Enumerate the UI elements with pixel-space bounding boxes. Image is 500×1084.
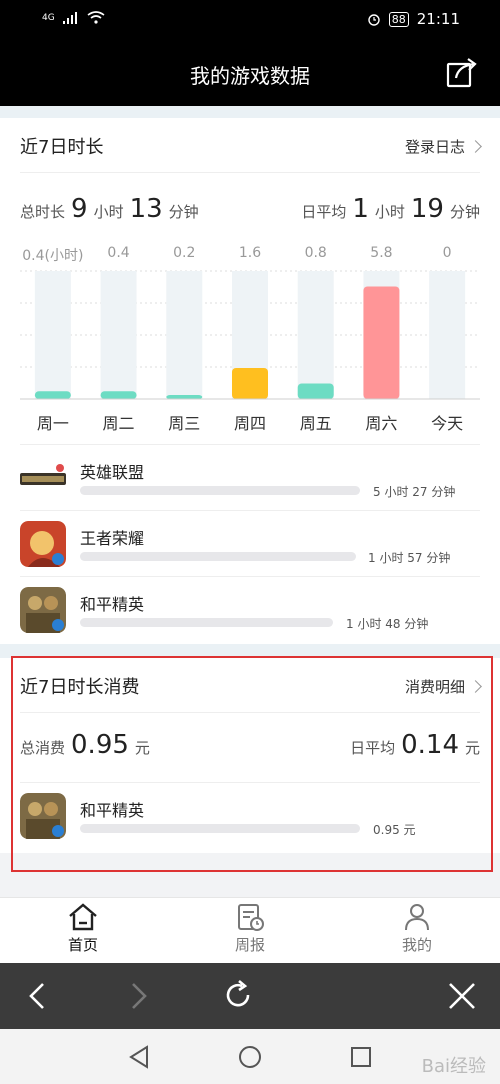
playtime-summary: 总时长 9 小时 13 分钟 日平均 1 小时 19 分钟: [20, 194, 480, 234]
nav-profile[interactable]: 我的: [377, 902, 457, 955]
battery-indicator: 88: [388, 11, 409, 27]
bar-周四: [232, 367, 268, 399]
nav-weekly-label: 周报: [234, 936, 265, 954]
avg-label: 日平均: [301, 203, 347, 221]
back-icon[interactable]: [26, 981, 50, 1011]
status-bar: 4G 88 21:11: [0, 0, 500, 40]
game-time-bar: [80, 552, 356, 561]
game-time-bar: [80, 486, 360, 495]
bar-周五: [297, 383, 334, 399]
bar-周二: [100, 391, 137, 399]
bar-track: [166, 271, 203, 399]
minutes-unit: 分钟: [449, 203, 480, 221]
game-row-game-for-peace[interactable]: 和平精英 1 小时 48 分钟: [20, 576, 480, 643]
minutes-unit: 分钟: [168, 203, 199, 221]
total-playtime: 总时长 9 小时 13 分钟: [20, 194, 199, 224]
bar-track: [34, 271, 71, 399]
day-label: 周二: [102, 414, 135, 433]
nav-home-label: 首页: [67, 936, 98, 954]
playtime-chart: [20, 243, 480, 403]
playtime-card-header: 近7日时长 登录日志: [20, 120, 482, 173]
system-home-icon[interactable]: [238, 1045, 262, 1069]
watermark: Bai经验: [421, 1056, 486, 1077]
day-label: 今天: [431, 414, 464, 433]
total-hours: 9: [71, 194, 88, 224]
game-name: 王者荣耀: [80, 529, 145, 548]
weekly-report-icon: [238, 904, 264, 931]
game-time: 5 小时 27 分钟: [373, 485, 456, 499]
playtime-title: 近7日时长: [20, 137, 104, 158]
app-header: 我的游戏数据: [0, 40, 500, 106]
section-divider: [0, 106, 500, 118]
day-label: 周六: [365, 414, 398, 433]
total-label: 总时长: [20, 203, 66, 221]
nav-home[interactable]: 首页: [43, 902, 123, 955]
avg-minutes: 19: [410, 194, 444, 224]
login-log-label: 登录日志: [404, 137, 465, 156]
bar-track: [429, 271, 466, 399]
game-name: 英雄联盟: [80, 463, 145, 482]
bar-周三: [166, 395, 203, 399]
game-time: 1 小时 57 分钟: [368, 551, 451, 565]
bar-周一: [34, 391, 71, 399]
refresh-icon[interactable]: [221, 978, 255, 1012]
signal-indicator: 4G: [42, 12, 55, 23]
honor-of-kings-icon: [20, 521, 66, 567]
league-of-legends-logo: [20, 464, 66, 485]
forward-icon[interactable]: [126, 981, 150, 1011]
hours-unit: 小时: [93, 203, 124, 221]
login-log-link[interactable]: 登录日志: [404, 136, 482, 157]
hours-unit: 小时: [374, 203, 405, 221]
signal-bars-icon: [62, 11, 77, 24]
wifi-icon: [87, 11, 105, 24]
browser-toolbar: [0, 963, 500, 1029]
day-label: 周四: [233, 414, 267, 433]
close-icon[interactable]: [447, 981, 477, 1011]
total-minutes: 13: [129, 194, 163, 224]
page-title: 我的游戏数据: [190, 64, 310, 88]
day-label: 周一: [36, 414, 69, 433]
share-icon[interactable]: [446, 56, 478, 88]
system-nav-bar: Bai经验: [0, 1029, 500, 1084]
highlight-box: [11, 656, 493, 872]
game-for-peace-icon: [20, 587, 66, 633]
system-recents-icon[interactable]: [350, 1046, 372, 1068]
nav-weekly[interactable]: 周报: [210, 902, 290, 955]
system-back-icon[interactable]: [128, 1045, 150, 1069]
nav-profile-label: 我的: [401, 936, 432, 954]
game-row-honor-of-kings[interactable]: 王者荣耀 1 小时 57 分钟: [20, 510, 480, 577]
bar-track: [297, 271, 334, 399]
average-playtime: 日平均 1 小时 19 分钟: [301, 194, 480, 224]
day-label: 周五: [299, 414, 332, 433]
avg-hours: 1: [352, 194, 369, 224]
day-label: 周三: [168, 414, 201, 433]
game-name: 和平精英: [80, 595, 145, 614]
profile-icon: [405, 904, 429, 931]
bottom-nav: 首页 周报 我的: [0, 897, 500, 964]
bar-周六: [363, 286, 400, 399]
home-icon: [69, 903, 97, 931]
clock: 21:11: [416, 10, 460, 28]
bar-track: [100, 271, 137, 399]
game-row-lol[interactable]: 英雄联盟 5 小时 27 分钟: [20, 444, 480, 511]
game-time: 1 小时 48 分钟: [346, 617, 429, 631]
game-time-bar: [80, 618, 333, 627]
playtime-chart-svg: [20, 270, 480, 400]
chevron-right-icon: [469, 139, 482, 153]
alarm-icon: [368, 14, 380, 26]
